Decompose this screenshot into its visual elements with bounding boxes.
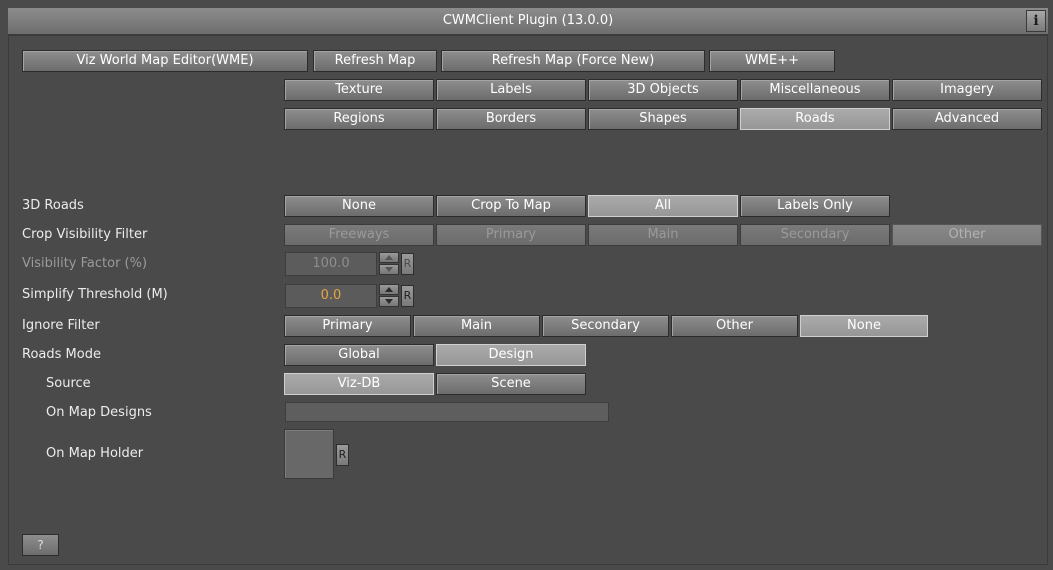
crop-filter-label: Crop Visibility Filter [22,227,148,242]
on-map-holder-reset-button[interactable]: R [336,444,349,466]
on-map-designs-field[interactable] [285,402,609,422]
ignore-filter-other-button[interactable]: Other [671,315,798,337]
ignore-filter-secondary-button[interactable]: Secondary [542,315,669,337]
tab-advanced[interactable]: Advanced [892,108,1042,130]
tab-roads[interactable]: Roads [740,108,890,130]
visibility-factor-stepper[interactable] [379,252,399,276]
roads3d-label: 3D Roads [22,198,84,213]
roads3d-crop-to-map-button[interactable]: Crop To Map [436,195,586,217]
ignore-filter-main-button[interactable]: Main [413,315,540,337]
window-title: CWMClient Plugin (13.0.0) [442,13,614,28]
info-icon[interactable]: i [1026,10,1046,32]
tab-miscellaneous[interactable]: Miscellaneous [740,79,890,101]
tab-texture[interactable]: Texture [284,79,434,101]
on-map-designs-label: On Map Designs [46,405,152,420]
roads-mode-design-button[interactable]: Design [436,344,586,366]
tab-labels[interactable]: Labels [436,79,586,101]
simplify-threshold-reset-button[interactable]: R [401,285,414,307]
tab-shapes[interactable]: Shapes [588,108,738,130]
wme-plus-button[interactable]: WME++ [709,50,835,72]
help-button[interactable]: ? [22,534,59,556]
roads3d-none-button[interactable]: None [284,195,434,217]
on-map-holder-label: On Map Holder [46,446,144,461]
roads3d-all-button[interactable]: All [588,195,738,217]
ignore-filter-none-button[interactable]: None [800,315,928,337]
roads3d-labels-only-button[interactable]: Labels Only [740,195,890,217]
source-label: Source [46,376,91,391]
crop-filter-main-button[interactable]: Main [588,224,738,246]
tab-3d-objects[interactable]: 3D Objects [588,79,738,101]
stepper-down-icon[interactable] [379,296,399,307]
tab-regions[interactable]: Regions [284,108,434,130]
tab-borders[interactable]: Borders [436,108,586,130]
crop-filter-secondary-button[interactable]: Secondary [740,224,890,246]
source-vizdb-button[interactable]: Viz-DB [284,373,434,395]
wme-editor-button[interactable]: Viz World Map Editor(WME) [22,50,308,72]
plugin-panel: Viz World Map Editor(WME) Refresh Map Re… [8,35,1048,565]
stepper-up-icon[interactable] [379,252,399,263]
crop-filter-other-button[interactable]: Other [892,224,1042,246]
stepper-down-icon[interactable] [379,264,399,275]
roads-mode-global-button[interactable]: Global [284,344,434,366]
simplify-threshold-input[interactable]: 0.0 [285,284,377,308]
refresh-map-force-new-button[interactable]: Refresh Map (Force New) [441,50,705,72]
ignore-filter-primary-button[interactable]: Primary [284,315,411,337]
visibility-factor-reset-button[interactable]: R [401,253,414,275]
title-bar: CWMClient Plugin (13.0.0) i [8,8,1048,35]
source-scene-button[interactable]: Scene [436,373,586,395]
simplify-threshold-stepper[interactable] [379,284,399,308]
crop-filter-freeways-button[interactable]: Freeways [284,224,434,246]
stepper-up-icon[interactable] [379,284,399,295]
visibility-factor-input[interactable]: 100.0 [285,252,377,276]
crop-filter-primary-button[interactable]: Primary [436,224,586,246]
refresh-map-button[interactable]: Refresh Map [313,50,437,72]
simplify-threshold-label: Simplify Threshold (M) [22,287,168,302]
on-map-holder-drop-area[interactable] [284,429,334,479]
roads-mode-label: Roads Mode [22,347,101,362]
ignore-filter-label: Ignore Filter [22,318,100,333]
visibility-factor-label: Visibility Factor (%) [22,256,148,271]
tab-imagery[interactable]: Imagery [892,79,1042,101]
